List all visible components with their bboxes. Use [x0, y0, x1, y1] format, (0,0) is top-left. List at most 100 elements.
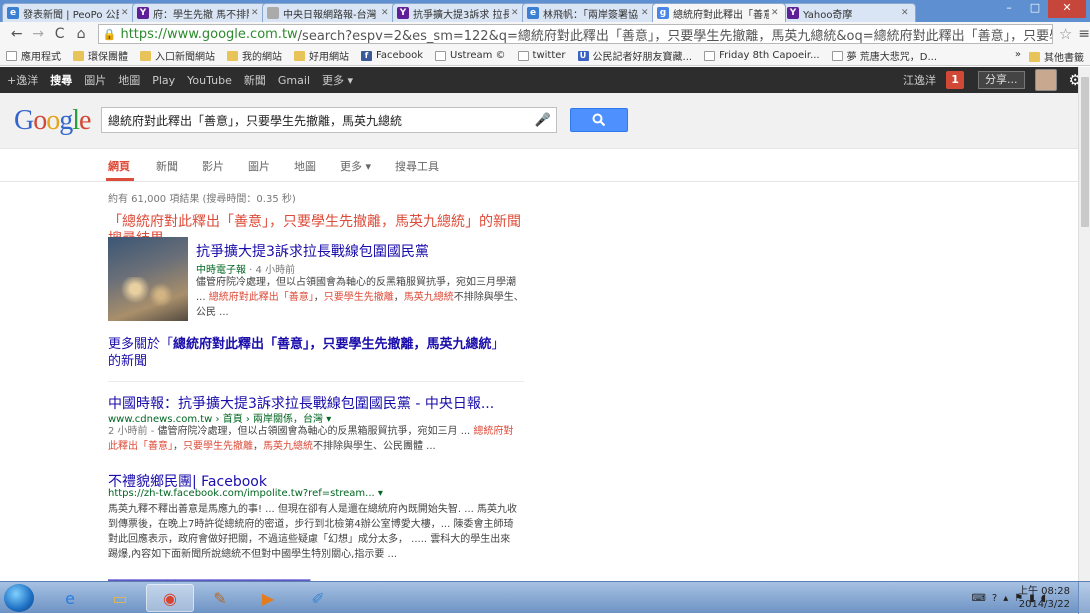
- windows-taskbar: ⌨ ? ▴ ⚑ ▮ ◖ 上午 08:28 2014/3/22 e ▭ ◉ ✎ ▶ ✐: [0, 581, 1090, 614]
- lock-icon: 🔒: [102, 27, 117, 41]
- start-button[interactable]: [4, 584, 34, 612]
- close-tab-icon[interactable]: ✕: [901, 8, 911, 18]
- browser-toolbar: ← → C ⌂ 🔒 https://www.google.com.tw /sea…: [0, 22, 1090, 46]
- share-button[interactable]: 分享...: [978, 71, 1025, 89]
- gbar-link[interactable]: 搜尋: [50, 72, 72, 88]
- browser-tab[interactable]: Y 府：學生先撤 馬不排除 ✕: [132, 3, 266, 22]
- gbar-link[interactable]: 地圖: [118, 72, 140, 88]
- google-logo[interactable]: Google: [14, 105, 91, 137]
- news-thumbnail[interactable]: [108, 237, 188, 321]
- bookmark-item[interactable]: Ustream ©: [435, 50, 506, 61]
- close-tab-icon[interactable]: ✕: [121, 8, 131, 18]
- bookmark-item[interactable]: U 公民記者好朋友寶藏...: [577, 48, 692, 63]
- other-bookmarks-folder[interactable]: 其他書籤: [1029, 49, 1084, 64]
- minimize-button[interactable]: –: [996, 0, 1022, 18]
- bookmark-item[interactable]: twitter: [517, 50, 566, 61]
- search-tab[interactable]: 影片: [202, 158, 224, 174]
- tab-label: 林飛帆：「兩岸簽署協: [543, 9, 638, 21]
- more-news-link[interactable]: 更多關於「總統府對此釋出「善意」，只要學生先撤離，馬英九總統」的新聞: [108, 336, 508, 370]
- home-icon[interactable]: ⌂: [70, 24, 91, 44]
- browser-tab[interactable]: e 林飛帆：「兩岸簽署協 ✕: [522, 3, 656, 22]
- folder-icon: [140, 50, 151, 61]
- scrollbar[interactable]: [1078, 67, 1090, 581]
- close-tab-icon[interactable]: ✕: [771, 8, 781, 18]
- reload-icon[interactable]: C: [49, 24, 70, 44]
- paint-taskbar-icon[interactable]: ✎: [196, 584, 244, 612]
- scrollbar-thumb[interactable]: [1081, 77, 1089, 227]
- browser-tab[interactable]: e 發表新聞 | PeoPo 公民 ✕: [2, 3, 136, 22]
- search-tab[interactable]: 搜尋工具: [395, 158, 439, 174]
- tab-label: 發表新聞 | PeoPo 公民: [23, 9, 119, 21]
- search-input[interactable]: [108, 113, 534, 127]
- gbar-link[interactable]: 圖片: [84, 72, 106, 88]
- explorer-taskbar-icon[interactable]: ▭: [96, 584, 144, 612]
- account-name[interactable]: 江逸洋: [903, 72, 936, 88]
- result-url[interactable]: https://zh-tw.facebook.com/impolite.tw?r…: [108, 488, 383, 499]
- search-tab[interactable]: 網頁: [108, 158, 130, 174]
- search-button[interactable]: [570, 108, 628, 132]
- close-tab-icon[interactable]: ✕: [381, 8, 391, 18]
- browser-tab[interactable]: Y 抗爭擴大提3訴求 拉長 ✕: [392, 3, 526, 22]
- news-item-source: 中時電子報 · 4 小時前: [196, 265, 296, 276]
- bookmark-item[interactable]: 入口新聞網站: [140, 48, 215, 63]
- bookmark-item[interactable]: f Facebook: [361, 50, 423, 61]
- page-icon: [267, 7, 279, 19]
- avatar[interactable]: [1034, 69, 1057, 91]
- window-controls: – □ ✕: [996, 0, 1086, 18]
- google-top-bar: +逸洋 搜尋 圖片 地圖 Play YouTube 新聞 Gmail 更多 ▾ 江逸洋 1 分享…: [0, 67, 1090, 93]
- address-bar[interactable]: 🔒 https://www.google.com.tw /search?espv…: [97, 24, 1053, 44]
- clock[interactable]: 上午 08:28 2014/3/22: [1018, 585, 1070, 611]
- back-icon[interactable]: ←: [6, 24, 27, 44]
- gbar-link[interactable]: 新聞: [244, 72, 266, 88]
- gbar-link[interactable]: Play: [152, 74, 175, 87]
- bookmark-item[interactable]: 夢 荒唐大悲咒，D...: [831, 48, 937, 63]
- result-url[interactable]: www.cdnews.com.tw › 首頁 › 兩岸關係，台灣 ▾: [108, 410, 331, 425]
- browser-tab[interactable]: Y Yahoo奇摩 ✕: [782, 3, 916, 22]
- bookmark-item[interactable]: 應用程式: [6, 48, 61, 63]
- gbar-link[interactable]: +逸洋: [7, 72, 38, 88]
- gbar-link[interactable]: YouTube: [187, 74, 232, 87]
- search-tab[interactable]: 更多 ▾: [340, 158, 371, 174]
- search-tab[interactable]: 新聞: [156, 158, 178, 174]
- yahoo-icon: Y: [397, 7, 409, 19]
- browser-tab[interactable]: 中央日報網路報-台灣 ✕: [262, 3, 396, 22]
- bookmark-item[interactable]: 我的網站: [227, 48, 282, 63]
- tab-label: 中央日報網路報-台灣: [283, 9, 377, 21]
- bookmarks-overflow-chevron[interactable]: »: [1015, 49, 1021, 64]
- folder-icon: [1029, 51, 1040, 62]
- show-desktop-button[interactable]: [1078, 582, 1090, 614]
- search-tabs: 網頁 新聞 影片 圖片 地圖 更多 ▾ 搜尋工具: [0, 150, 1090, 182]
- search-tab[interactable]: 圖片: [248, 158, 270, 174]
- notifications-badge[interactable]: 1: [946, 71, 965, 89]
- tray-chevron-icon[interactable]: ▴: [1003, 593, 1008, 604]
- close-tab-icon[interactable]: ✕: [511, 8, 521, 18]
- bookmark-star-icon[interactable]: ☆: [1059, 25, 1072, 43]
- media-taskbar-icon[interactable]: ▶: [244, 584, 292, 612]
- active-tab-underline: [106, 178, 134, 181]
- forward-icon[interactable]: →: [27, 24, 48, 44]
- page-icon: [831, 50, 843, 61]
- microphone-icon[interactable]: 🎤: [534, 113, 552, 128]
- close-window-button[interactable]: ✕: [1048, 0, 1086, 18]
- folder-icon: [294, 50, 305, 61]
- close-tab-icon[interactable]: ✕: [251, 8, 261, 18]
- keyboard-icon[interactable]: ⌨: [971, 593, 985, 604]
- bookmark-item[interactable]: 好用網站: [294, 48, 349, 63]
- search-tab[interactable]: 地圖: [294, 158, 316, 174]
- close-tab-icon[interactable]: ✕: [641, 8, 651, 18]
- paint-app-taskbar-icon[interactable]: ✐: [294, 584, 342, 612]
- ie-taskbar-icon[interactable]: e: [46, 584, 94, 612]
- news-item-title[interactable]: 抗爭擴大提3訴求拉長戰線包圍國民黨: [196, 241, 429, 261]
- page-icon: [517, 50, 529, 61]
- chrome-taskbar-icon[interactable]: ◉: [146, 584, 194, 612]
- result-title-partial[interactable]: ────────────────────────: [108, 573, 520, 581]
- help-icon[interactable]: ?: [992, 593, 997, 604]
- browser-menu-icon[interactable]: ≡: [1078, 26, 1090, 42]
- u-icon: U: [577, 50, 589, 61]
- bookmark-item[interactable]: 環保團體: [73, 48, 128, 63]
- maximize-button[interactable]: □: [1022, 0, 1048, 18]
- gbar-link[interactable]: 更多 ▾: [322, 72, 353, 88]
- gbar-link[interactable]: Gmail: [278, 74, 310, 87]
- browser-tab[interactable]: g 總統府對此釋出「善意 ✕: [652, 3, 786, 22]
- bookmark-item[interactable]: Friday 8th Capoeir...: [704, 50, 820, 61]
